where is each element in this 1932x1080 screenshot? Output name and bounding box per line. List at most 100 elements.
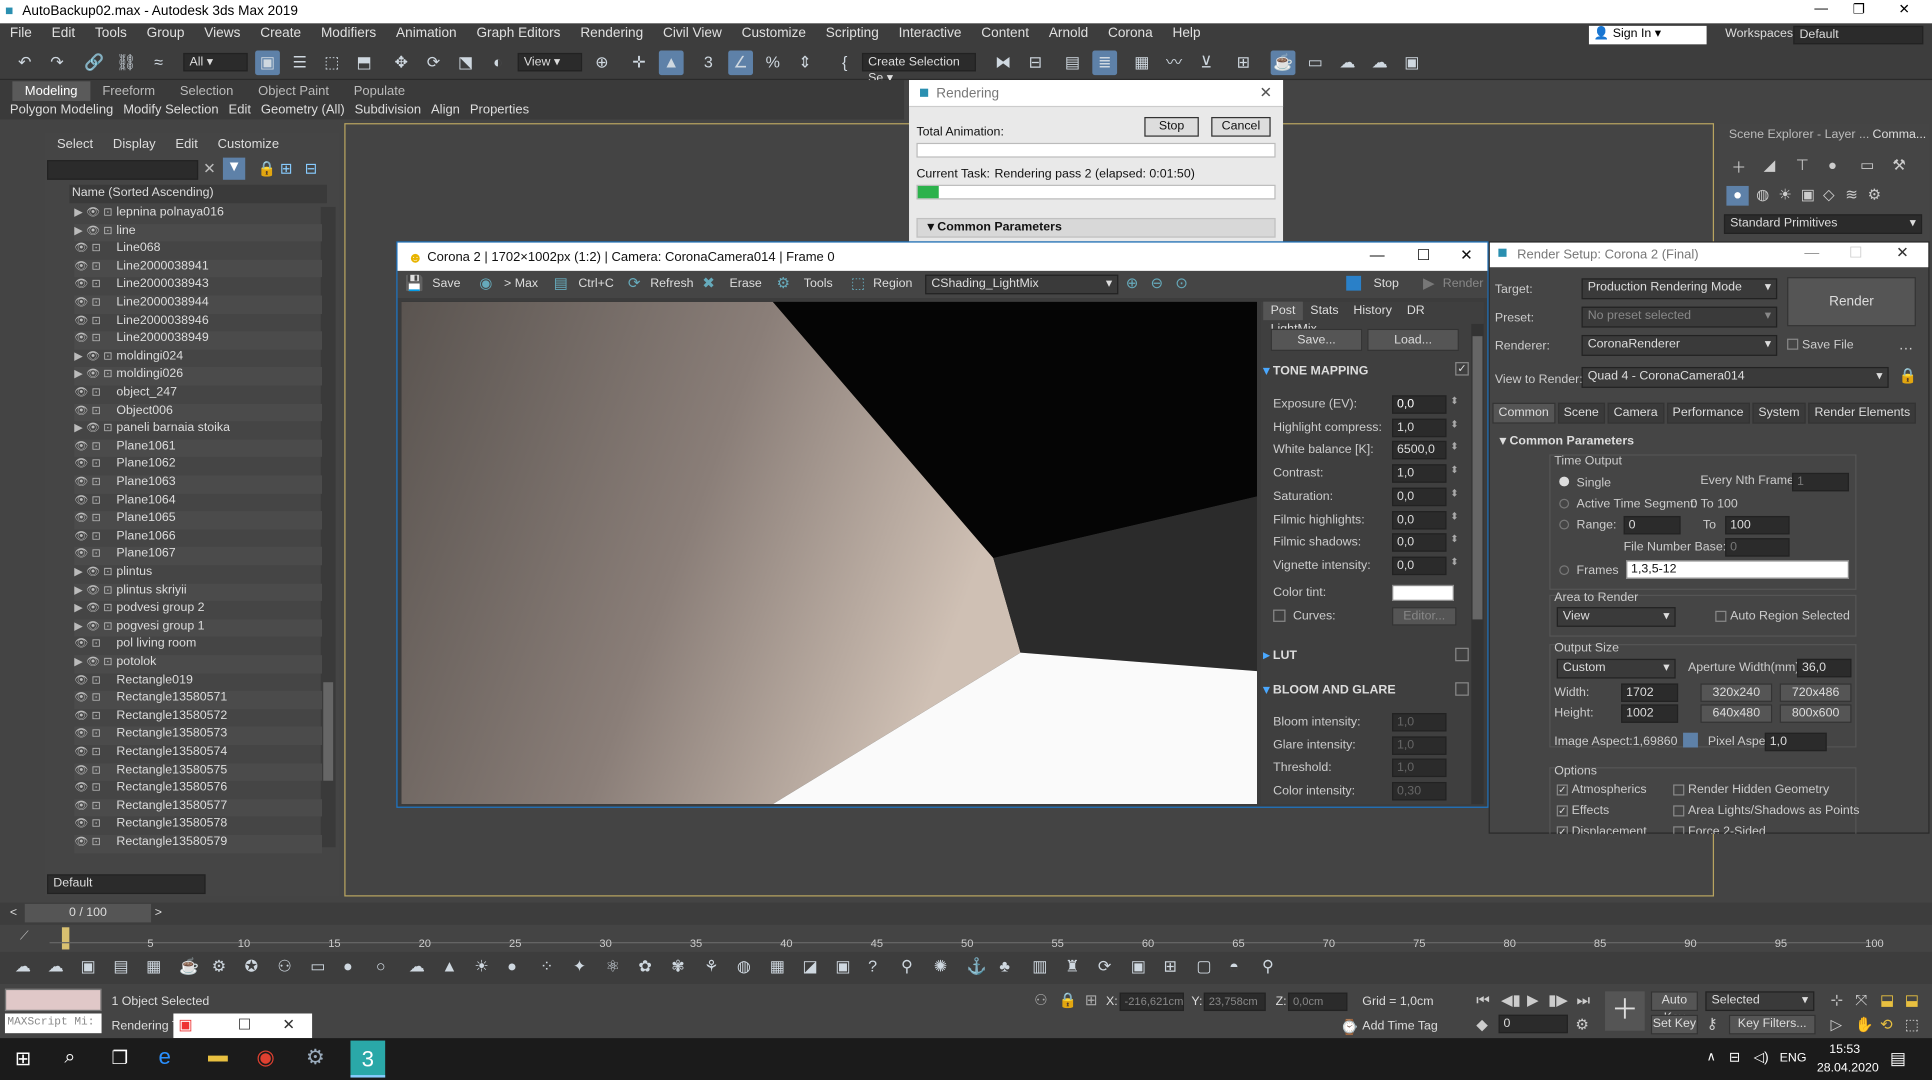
rendering-close-icon[interactable]: ✕	[1260, 84, 1272, 101]
rs-minimize-icon[interactable]: —	[1804, 244, 1819, 261]
menu-item[interactable]: Create	[250, 23, 311, 41]
rs-close-icon[interactable]: ✕	[1896, 244, 1908, 261]
notifications-icon[interactable]: ▤	[1890, 1048, 1906, 1069]
table-row[interactable]: 👁 ⊡ Plane1067	[74, 547, 322, 566]
search-icon[interactable]: ⌕	[64, 1047, 75, 1069]
frames-input[interactable]: 1,3,5-12	[1626, 560, 1850, 579]
ribbon-tab[interactable]: Object Paint	[246, 81, 342, 101]
render-setup-tab[interactable]: Common	[1492, 402, 1555, 424]
table-row[interactable]: ▶ 👁 ⊡ paneli barnaia stoika	[74, 421, 322, 439]
edge-icon[interactable]: e	[159, 1044, 171, 1070]
scene-list-scrollbar[interactable]	[320, 206, 336, 848]
table-row[interactable]: ▶ 👁 ⊡ podvesi group 2	[74, 601, 322, 619]
option-checkbox[interactable]: ✓	[1556, 805, 1568, 817]
bottom-tool-icon[interactable]: ▣	[835, 957, 850, 977]
key-mode-icon[interactable]: ◆	[1476, 1016, 1487, 1033]
bottom-tool-icon[interactable]: ⚙	[212, 957, 226, 977]
popup-close-icon[interactable]: ✕	[282, 1016, 294, 1033]
rendered-frame-window-icon[interactable]: ▭	[1303, 50, 1328, 75]
render-setup-tab[interactable]: Performance	[1666, 402, 1750, 424]
close-icon[interactable]: ✕	[1899, 1, 1910, 17]
vfb-minimize-icon[interactable]: —	[1370, 246, 1385, 263]
menu-item[interactable]: Corona	[1098, 23, 1162, 41]
lock-icon[interactable]: 🔒	[258, 160, 277, 177]
menu-item[interactable]: Rendering	[570, 23, 653, 41]
tone-param-input[interactable]: 0,0	[1392, 395, 1447, 414]
bottom-tool-icon[interactable]: ◍	[737, 957, 751, 977]
range-radio[interactable]	[1559, 519, 1570, 530]
post-panel-scrollbar[interactable]	[1471, 323, 1484, 805]
ribbon-tab[interactable]: Populate	[341, 81, 417, 101]
angle-snap-icon[interactable]: ∠	[728, 50, 753, 76]
option-checkbox[interactable]	[1673, 826, 1685, 834]
render-production-icon[interactable]: ☁	[1335, 50, 1360, 75]
pan-icon[interactable]: ✋	[1855, 1016, 1874, 1033]
go-to-end-icon[interactable]: ⏭	[1577, 991, 1590, 1009]
lut-header[interactable]: LUT	[1273, 649, 1297, 663]
ribbon-tab[interactable]: Modeling	[12, 81, 90, 101]
bloom-param-input[interactable]: 1,0	[1392, 713, 1447, 732]
bottom-tool-icon[interactable]: ✪	[245, 957, 259, 977]
time-cursor[interactable]	[61, 927, 70, 950]
bottom-tool-icon[interactable]: ⚲	[1262, 957, 1274, 977]
common-params-header[interactable]: Common Parameters	[1509, 435, 1634, 449]
render-button[interactable]: Render	[1787, 277, 1916, 327]
size-preset-button[interactable]: 640x480	[1700, 704, 1773, 723]
bottom-tool-icon[interactable]: ▤	[113, 957, 128, 977]
tools-icon[interactable]: ⚙	[777, 275, 790, 292]
ribbon-subtab[interactable]: Properties	[465, 100, 534, 120]
save-file-checkbox[interactable]	[1787, 338, 1799, 350]
spinner-arrows-icon[interactable]: ⬍	[1450, 556, 1458, 567]
zoom-fit-icon[interactable]: ⊙	[1175, 275, 1187, 292]
render-play-icon[interactable]: ▶	[1423, 275, 1434, 292]
menu-item[interactable]: Graph Editors	[467, 23, 571, 41]
target-dropdown[interactable]: Production Rendering Mode ▾	[1581, 278, 1778, 300]
scene-explorer-tab[interactable]: Scene Explorer - Layer ...	[1729, 128, 1869, 142]
size-preset-button[interactable]: 320x240	[1700, 683, 1773, 702]
3dsmax-taskbar-icon[interactable]: 3	[350, 1040, 386, 1078]
table-row[interactable]: ▶ 👁 ⊡ pogvesi group 1	[74, 619, 322, 638]
absolute-mode-icon[interactable]: ⊞	[1085, 991, 1097, 1008]
render-setup-tab[interactable]: Camera	[1607, 402, 1664, 424]
current-frame-input[interactable]: 0	[1498, 1014, 1568, 1034]
vfb-erase-button[interactable]: Erase	[729, 277, 761, 291]
rotate-icon[interactable]: ⟳	[421, 50, 446, 75]
pixel-aspect-input[interactable]: 1,0	[1764, 732, 1827, 752]
bottom-tool-icon[interactable]: ●	[343, 957, 353, 975]
erase-icon[interactable]: ✖	[702, 275, 714, 292]
size-preset-dropdown[interactable]: Custom ▾	[1556, 658, 1676, 679]
table-row[interactable]: 👁 ⊡ Plane1063	[74, 475, 322, 494]
set-key-big-icon[interactable]: ＋	[1605, 991, 1645, 1031]
spinner-arrows-icon[interactable]: ⬍	[1450, 510, 1458, 521]
maxscript-listener[interactable]	[4, 988, 102, 1012]
auto-region-checkbox[interactable]	[1715, 610, 1727, 622]
table-row[interactable]: 👁 ⊡ Rectangle13580579	[74, 834, 322, 853]
undo-icon[interactable]: ↶	[12, 50, 37, 75]
bottom-tool-icon[interactable]: ?	[868, 957, 877, 975]
unlink-icon[interactable]: ⛓	[114, 50, 139, 75]
bind-space-warp-icon[interactable]: ≈	[146, 50, 171, 75]
spacewarps-icon[interactable]: ≋	[1845, 186, 1857, 203]
layer-explorer-icon[interactable]: ≣	[1092, 50, 1118, 76]
tone-mapping-checkbox[interactable]: ✓	[1455, 362, 1469, 376]
option-checkbox[interactable]	[1673, 784, 1685, 796]
menu-item[interactable]: Interactive	[889, 23, 972, 41]
menu-item[interactable]: Arnold	[1039, 23, 1098, 41]
table-row[interactable]: 👁 ⊡ Line2000038941	[74, 259, 322, 278]
vfb-tab[interactable]: Stats	[1303, 302, 1346, 320]
ribbon-subtab[interactable]: Geometry (All)	[256, 100, 350, 120]
bottom-tool-icon[interactable]: ▥	[1032, 957, 1047, 977]
keyboard-shortcut-icon[interactable]: ▲	[658, 50, 684, 76]
table-row[interactable]: 👁 ⊡ pol living room	[74, 637, 322, 655]
spinner-arrows-icon[interactable]: ⬍	[1450, 487, 1458, 498]
filter-icon[interactable]: ▼	[222, 157, 246, 180]
table-row[interactable]: ▶ 👁 ⊡ lepnina polnaya016	[74, 206, 322, 224]
curves-checkbox[interactable]	[1273, 609, 1286, 622]
bottom-tool-icon[interactable]: ✿	[638, 957, 652, 977]
bloom-param-input[interactable]: 1,0	[1392, 759, 1447, 778]
key-selection-dropdown[interactable]: Selected ▾	[1705, 991, 1815, 1012]
aperture-input[interactable]: 36,0	[1797, 658, 1852, 678]
zoom-in-icon[interactable]: ⊕	[1126, 275, 1138, 292]
vfb-tools-button[interactable]: Tools	[804, 277, 833, 291]
table-row[interactable]: 👁 ⊡ Rectangle13580577	[74, 798, 322, 817]
